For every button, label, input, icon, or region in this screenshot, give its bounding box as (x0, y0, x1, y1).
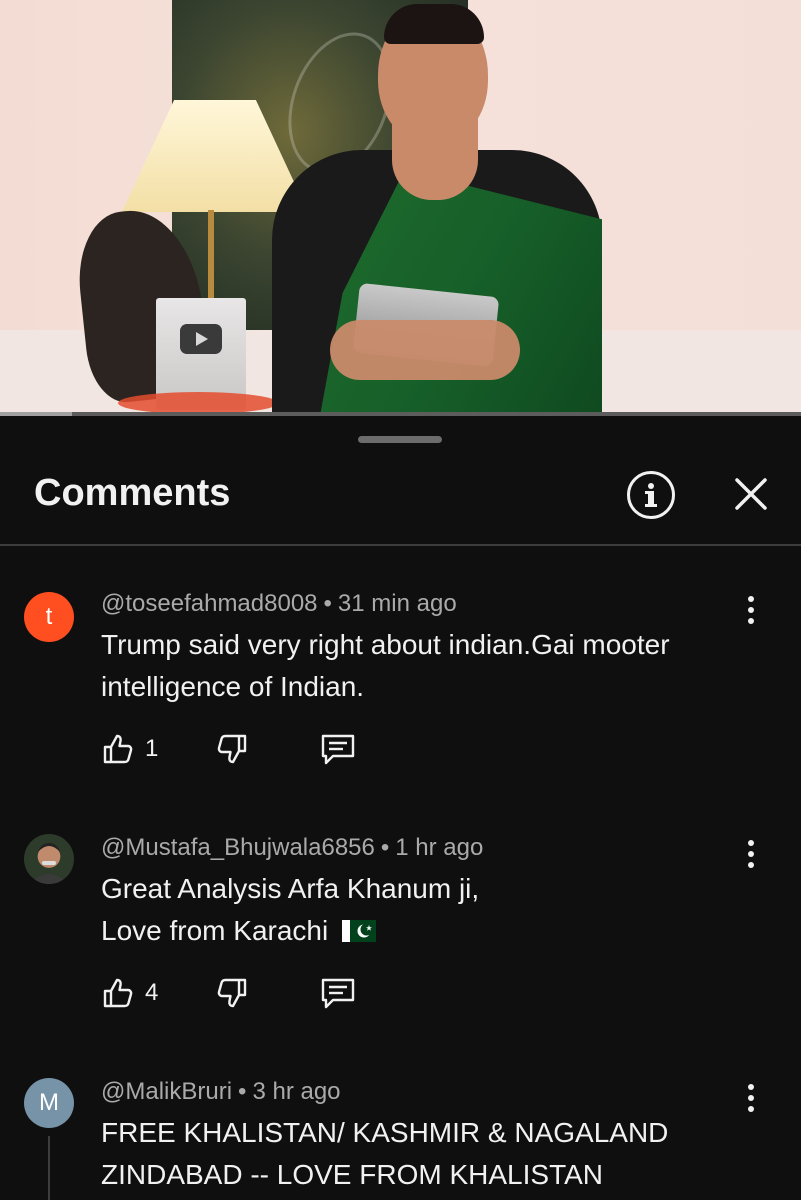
reply-button[interactable] (319, 732, 357, 768)
avatar[interactable] (24, 834, 74, 884)
comment-text-line: Trump said very right about indian.Gai m… (101, 629, 670, 660)
comment-time: 1 hr ago (395, 834, 484, 861)
comment-text: Trump said very right about indian.Gai m… (101, 624, 741, 708)
reply-icon (321, 734, 355, 765)
separator: • (323, 590, 332, 617)
more-vert-icon (748, 596, 754, 624)
video-progress-bar[interactable] (0, 412, 801, 416)
reply-icon (321, 978, 355, 1009)
comment-text-line: intelligence of Indian. (101, 671, 365, 702)
info-icon (645, 483, 657, 507)
comment-meta: @MalikBruri • 3 hr ago (101, 1078, 341, 1106)
comment-time: 31 min ago (337, 590, 457, 617)
comment-text: Great Analysis Arfa Khanum ji, Love from… (101, 868, 741, 952)
thumbs-up-icon (103, 734, 133, 764)
more-options-button[interactable] (736, 1078, 766, 1118)
video-player[interactable] (0, 0, 801, 416)
comment-actions: 4 (101, 976, 381, 1016)
comment-text-line-with-emoji: Love from Karachi (101, 910, 741, 952)
like-button[interactable]: 1 (101, 732, 158, 766)
more-options-button[interactable] (736, 834, 766, 874)
dislike-button[interactable] (215, 732, 249, 766)
comment-text-line: Great Analysis Arfa Khanum ji, (101, 873, 480, 904)
comment-author[interactable]: @Mustafa_Bhujwala6856 (101, 834, 375, 861)
avatar-letter: t (45, 603, 53, 630)
more-options-button[interactable] (736, 590, 766, 630)
decorative-mat (118, 392, 278, 414)
comment-text: FREE KHALISTAN/ KASHMIR & NAGALAND ZINDA… (101, 1112, 741, 1196)
comment-text-line: FREE KHALISTAN/ KASHMIR & NAGALAND (101, 1117, 669, 1148)
dislike-button[interactable] (215, 976, 249, 1010)
comment-author[interactable]: @toseefahmad8008 (101, 590, 318, 617)
reply-button[interactable] (319, 976, 357, 1012)
separator: • (380, 834, 390, 861)
separator: • (238, 1078, 247, 1105)
more-vert-icon (748, 840, 754, 868)
comment-author[interactable]: @MalikBruri (101, 1078, 232, 1105)
thumbs-down-icon (217, 978, 247, 1008)
comment-time: 3 hr ago (252, 1078, 341, 1105)
comment-text-line: ZINDABAD -- LOVE FROM KHALISTAN (101, 1159, 603, 1190)
more-vert-icon (748, 1084, 754, 1112)
presenter-hands (330, 320, 520, 380)
presenter-hair (384, 4, 484, 44)
thumbs-down-icon (217, 734, 247, 764)
comment-actions: 1 (101, 732, 381, 772)
profile-photo-icon (30, 843, 68, 884)
thumbs-up-icon (103, 978, 133, 1008)
like-count: 4 (145, 979, 159, 1006)
header-divider (0, 544, 801, 546)
thread-line (48, 1136, 50, 1200)
like-count: 1 (145, 735, 159, 762)
close-icon (735, 478, 767, 510)
avatar-letter: M (39, 1089, 59, 1116)
comments-sheet: Comments t @toseefahmad8008 • 31 min ago T… (0, 418, 801, 1200)
avatar[interactable]: t (24, 592, 74, 642)
video-progress-fill (0, 412, 73, 416)
drag-handle[interactable] (358, 436, 442, 443)
comment-text-line: Love from Karachi (101, 915, 329, 946)
comment-meta: @toseefahmad8008 • 31 min ago (101, 590, 457, 618)
comment-meta: @Mustafa_Bhujwala6856 • 1 hr ago (101, 834, 483, 862)
like-button[interactable]: 4 (101, 976, 158, 1010)
play-button-icon (180, 324, 222, 354)
info-button[interactable] (627, 471, 675, 519)
avatar[interactable]: M (24, 1078, 74, 1128)
pakistan-flag-emoji (342, 920, 376, 942)
close-button[interactable] (724, 472, 778, 516)
comments-title: Comments (34, 472, 231, 514)
